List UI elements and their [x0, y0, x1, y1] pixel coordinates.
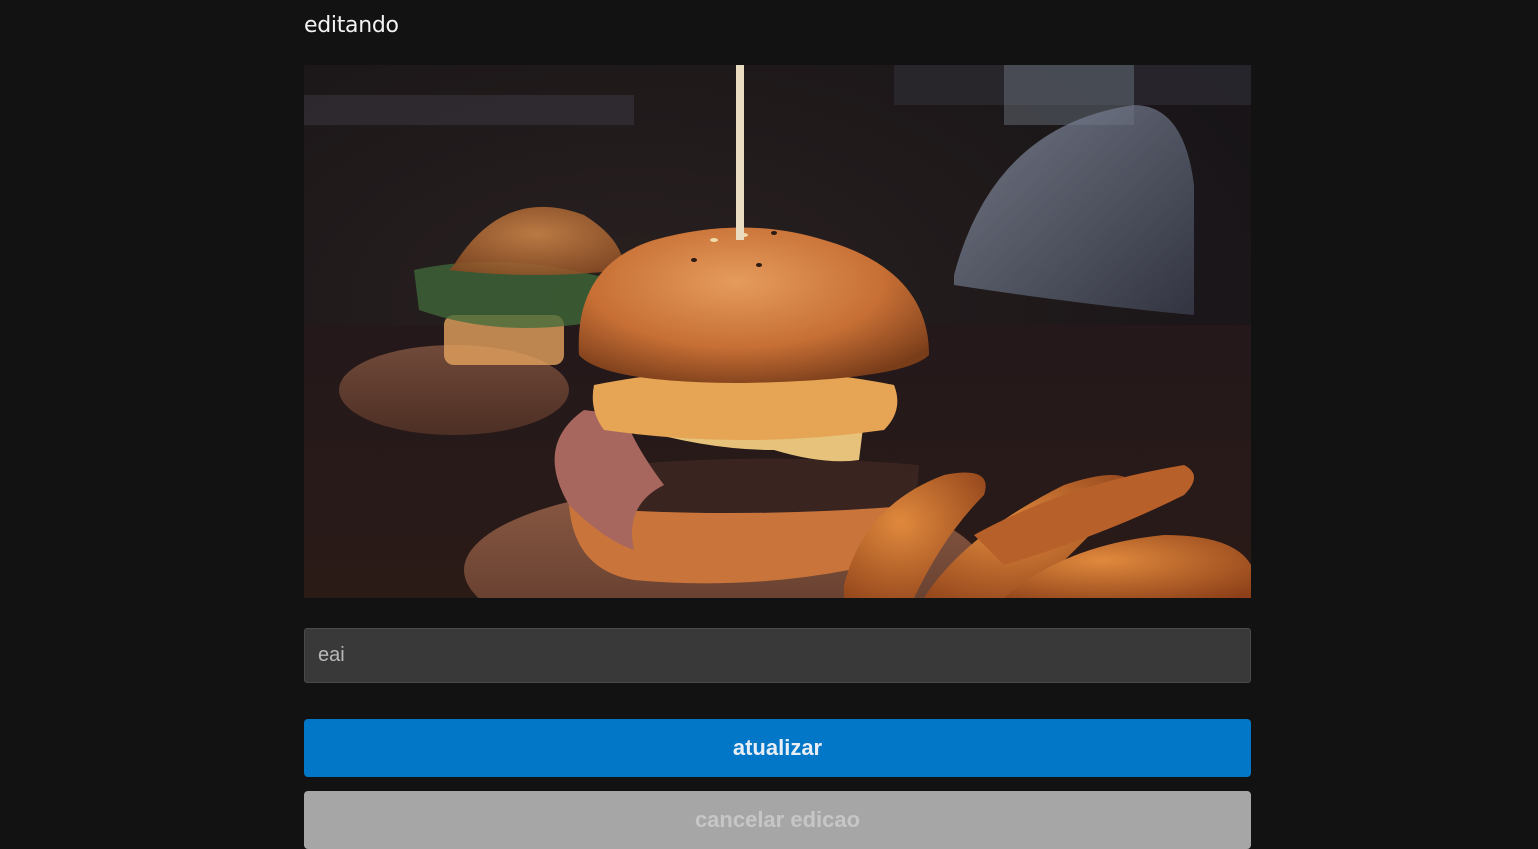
burger-photo	[304, 65, 1251, 598]
cancel-edit-button[interactable]: cancelar edicao	[304, 791, 1251, 849]
page-title: editando	[304, 13, 399, 38]
text-input[interactable]	[304, 628, 1251, 683]
update-button[interactable]: atualizar	[304, 719, 1251, 777]
